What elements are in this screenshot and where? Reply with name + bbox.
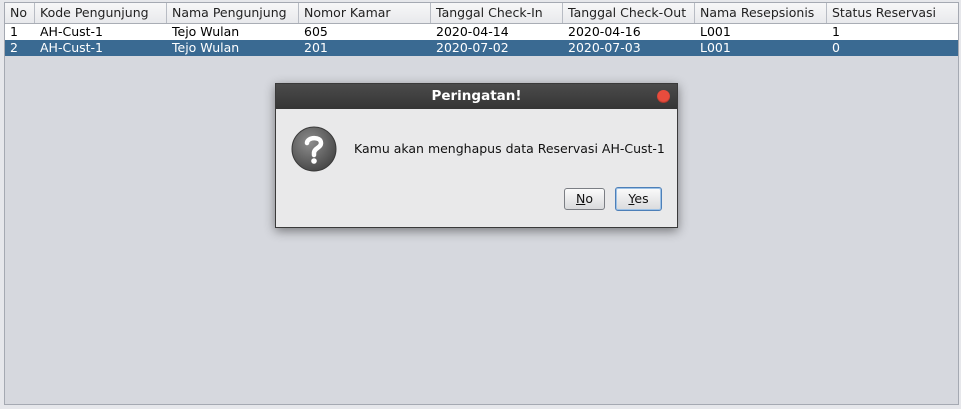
- column-header-kode-pengunjung[interactable]: Kode Pengunjung: [35, 3, 167, 23]
- cell-no: 2: [10, 40, 18, 55]
- cell-nama-resepsionis: L001: [700, 40, 731, 55]
- table-header: No Kode Pengunjung Nama Pengunjung Nomor…: [5, 3, 958, 24]
- cell-status-reservasi: 0: [832, 40, 840, 55]
- cell-kode-pengunjung: AH-Cust-1: [40, 24, 103, 39]
- column-header-tanggal-check-out[interactable]: Tanggal Check-Out: [563, 3, 695, 23]
- cell-tanggal-check-out: 2020-04-16: [568, 24, 641, 39]
- cell-nomor-kamar: 605: [304, 24, 328, 39]
- cell-no: 1: [10, 24, 18, 39]
- cell-nama-pengunjung: Tejo Wulan: [172, 24, 240, 39]
- close-icon[interactable]: [657, 90, 670, 103]
- question-icon: [291, 126, 337, 172]
- table-body: 1 AH-Cust-1 Tejo Wulan 605 2020-04-14 20…: [5, 24, 958, 56]
- cell-tanggal-check-out: 2020-07-03: [568, 40, 641, 55]
- no-mnemonic: N: [575, 191, 586, 206]
- confirm-delete-dialog: Peringatan! Kamu akan menghapus data Res…: [275, 83, 678, 228]
- cell-kode-pengunjung: AH-Cust-1: [40, 40, 103, 55]
- column-header-no[interactable]: No: [5, 3, 35, 23]
- cell-tanggal-check-in: 2020-07-02: [436, 40, 509, 55]
- cell-nomor-kamar: 201: [304, 40, 328, 55]
- column-header-nomor-kamar[interactable]: Nomor Kamar: [299, 3, 431, 23]
- dialog-title: Peringatan!: [276, 84, 677, 109]
- table-row-selected[interactable]: 2 AH-Cust-1 Tejo Wulan 201 2020-07-02 20…: [5, 40, 958, 56]
- column-header-tanggal-check-in[interactable]: Tanggal Check-In: [431, 3, 563, 23]
- cell-nama-pengunjung: Tejo Wulan: [172, 40, 240, 55]
- dialog-message: Kamu akan menghapus data Reservasi AH-Cu…: [354, 141, 665, 156]
- column-header-nama-resepsionis[interactable]: Nama Resepsionis: [695, 3, 827, 23]
- cell-nama-resepsionis: L001: [700, 24, 731, 39]
- yes-button[interactable]: Yes: [615, 187, 662, 211]
- column-header-nama-pengunjung[interactable]: Nama Pengunjung: [167, 3, 299, 23]
- table-row[interactable]: 1 AH-Cust-1 Tejo Wulan 605 2020-04-14 20…: [5, 24, 958, 40]
- no-button[interactable]: No: [564, 188, 605, 210]
- column-header-status-reservasi[interactable]: Status Reservasi: [827, 3, 958, 23]
- cell-tanggal-check-in: 2020-04-14: [436, 24, 509, 39]
- yes-label: es: [634, 191, 649, 206]
- no-label: o: [585, 191, 593, 206]
- cell-status-reservasi: 1: [832, 24, 840, 39]
